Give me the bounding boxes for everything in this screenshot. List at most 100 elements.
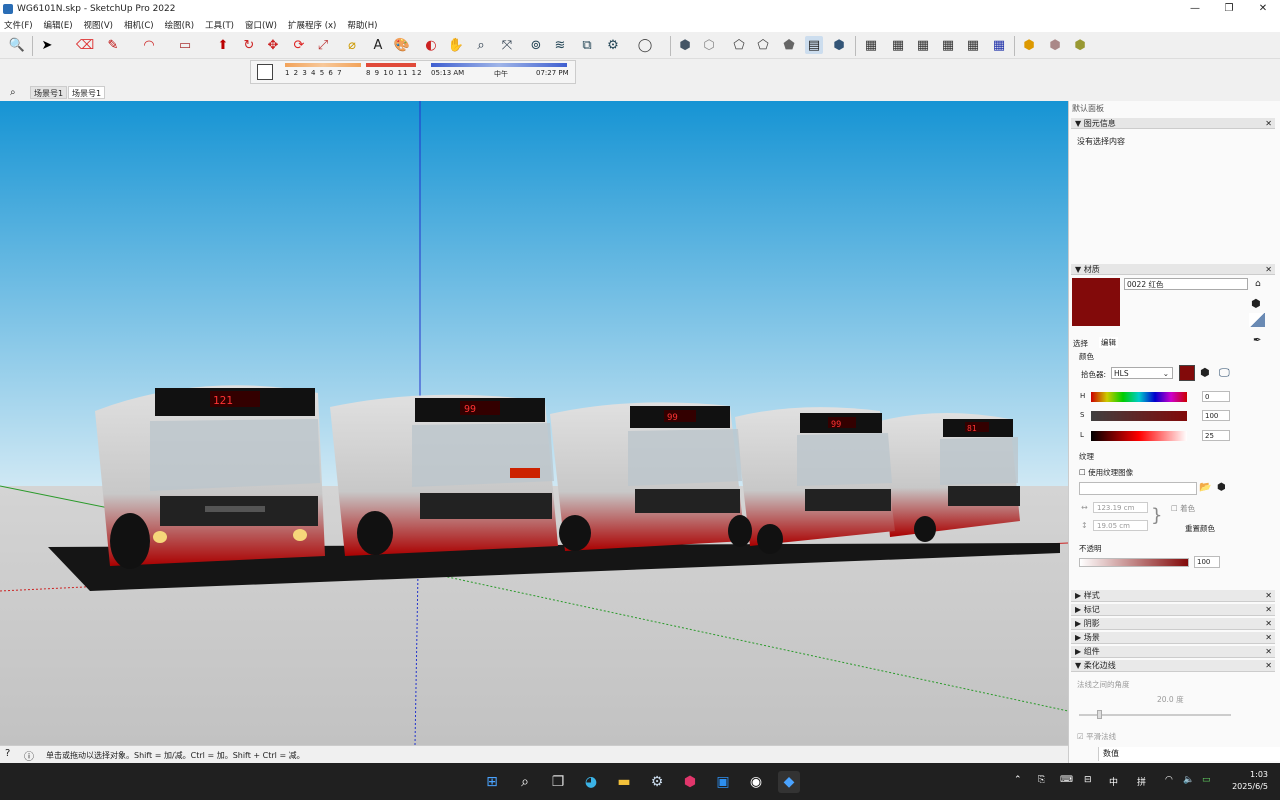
- scenes-header[interactable]: ▶ 场景 ✕: [1071, 632, 1275, 644]
- match-screen-color-icon[interactable]: 🖵: [1219, 366, 1230, 380]
- tags-header[interactable]: ▶ 标记 ✕: [1071, 604, 1275, 616]
- color-preview[interactable]: [1179, 365, 1195, 381]
- qq-icon[interactable]: ◉: [745, 771, 767, 793]
- top-view-icon[interactable]: ▦: [889, 36, 907, 54]
- keyboard-icon[interactable]: ⌨: [1060, 775, 1073, 785]
- edge-icon[interactable]: ◕: [580, 771, 602, 793]
- xray-style-icon[interactable]: ⬢: [676, 36, 694, 54]
- material-swatch[interactable]: [1072, 278, 1120, 326]
- menu-extensions[interactable]: 扩展程序 (x): [288, 19, 336, 31]
- close-button[interactable]: ✕: [1246, 0, 1280, 17]
- text-tool-icon[interactable]: A: [369, 36, 387, 54]
- component-icon[interactable]: ⬢: [1020, 36, 1038, 54]
- texture-path-field[interactable]: [1079, 482, 1197, 495]
- layout-send-icon[interactable]: ⧉: [578, 36, 596, 54]
- right-view-icon[interactable]: ▦: [939, 36, 957, 54]
- taskbar-search-icon[interactable]: ⌕: [514, 771, 536, 793]
- ime-chinese[interactable]: 中: [1109, 775, 1118, 788]
- close-icon[interactable]: ✕: [1265, 264, 1272, 275]
- bus-3[interactable]: 99: [550, 402, 752, 551]
- restore-button[interactable]: ❐: [1212, 0, 1246, 17]
- colorize-checkbox[interactable]: ☐ 着色: [1171, 503, 1195, 514]
- tab-edit[interactable]: 编辑: [1099, 337, 1118, 348]
- texture-width-field[interactable]: 123.19 cm: [1093, 502, 1148, 513]
- arc-icon[interactable]: ◠: [140, 36, 158, 54]
- back-edges-style-icon[interactable]: ⬡: [700, 36, 718, 54]
- rectangle-icon[interactable]: ▭: [176, 36, 194, 54]
- soften-edges-header[interactable]: ▼ 柔化边线 ✕: [1071, 660, 1275, 672]
- shaded-textures-style-icon[interactable]: ▤: [805, 36, 823, 54]
- file-explorer-icon[interactable]: ▬: [613, 771, 635, 793]
- create-material-icon[interactable]: ⬢: [1251, 297, 1261, 310]
- shaded-style-icon[interactable]: ⬟: [780, 36, 798, 54]
- bus-4[interactable]: 99: [735, 407, 895, 554]
- browse-folder-icon[interactable]: 📂: [1199, 482, 1211, 493]
- push-pull-icon[interactable]: ⬆: [214, 36, 232, 54]
- app-hex-icon[interactable]: ⬢: [679, 771, 701, 793]
- extension-warehouse-icon[interactable]: ≋: [551, 36, 569, 54]
- scene-canvas[interactable]: 81 99 99 99 121: [0, 101, 1068, 745]
- tray-chevron-icon[interactable]: ⌃: [1014, 775, 1022, 785]
- task-view-icon[interactable]: ❐: [547, 771, 569, 793]
- extension-manager-icon[interactable]: ⚙: [604, 36, 622, 54]
- monochrome-style-icon[interactable]: ⬢: [830, 36, 848, 54]
- start-icon[interactable]: ⊞: [481, 771, 503, 793]
- move-icon[interactable]: ✥: [264, 36, 282, 54]
- left-view-icon[interactable]: ▦: [990, 36, 1008, 54]
- month-slider-b[interactable]: [366, 63, 416, 67]
- eyedropper-icon[interactable]: ✒: [1253, 335, 1261, 346]
- material-name-field[interactable]: 0022 红色: [1124, 278, 1248, 290]
- close-icon[interactable]: ✕: [1265, 590, 1272, 602]
- reset-color-button[interactable]: 重置颜色: [1185, 523, 1215, 534]
- usb-icon[interactable]: ⎘: [1038, 775, 1045, 785]
- month-slider[interactable]: [285, 63, 361, 67]
- color-picker-select[interactable]: HLS ⌄: [1111, 367, 1173, 379]
- texture-height-field[interactable]: 19.05 cm: [1093, 520, 1148, 531]
- solid-tools-icon[interactable]: ⬢: [1071, 36, 1089, 54]
- hidden-line-style-icon[interactable]: ⬠: [754, 36, 772, 54]
- input-mode-icon[interactable]: ⊟: [1084, 775, 1092, 785]
- use-texture-checkbox[interactable]: ☐ 使用纹理图像: [1079, 467, 1133, 478]
- steam-icon[interactable]: ⚙: [646, 771, 668, 793]
- menu-file[interactable]: 文件(F): [4, 19, 33, 31]
- store-icon[interactable]: ▣: [712, 771, 734, 793]
- model-viewport[interactable]: 81 99 99 99 121: [0, 101, 1068, 745]
- volume-icon[interactable]: 🔈: [1183, 775, 1194, 785]
- bus-5[interactable]: 81: [880, 412, 1020, 542]
- search-icon[interactable]: 🔍: [8, 36, 26, 54]
- rotate-icon[interactable]: ⟳: [290, 36, 308, 54]
- styles-header[interactable]: ▶ 样式 ✕: [1071, 590, 1275, 602]
- battery-icon[interactable]: ▭: [1202, 775, 1211, 785]
- paint-bucket-icon[interactable]: 🎨: [393, 36, 411, 54]
- aspect-lock-icon[interactable]: }: [1151, 505, 1162, 526]
- menu-window[interactable]: 窗口(W): [245, 19, 277, 31]
- lightness-slider[interactable]: [1091, 431, 1187, 441]
- scene-search-icon[interactable]: ⌕: [10, 87, 16, 98]
- group-icon[interactable]: ⬢: [1046, 36, 1064, 54]
- sketchup-taskbar-icon[interactable]: ◆: [778, 771, 800, 793]
- minimize-button[interactable]: —: [1178, 0, 1212, 17]
- close-icon[interactable]: ✕: [1265, 660, 1272, 672]
- materials-header[interactable]: ▼ 材质 ✕: [1071, 264, 1275, 275]
- scene-tab-1[interactable]: 场景号1: [30, 86, 68, 99]
- offset-icon[interactable]: ↻: [240, 36, 258, 54]
- account-icon[interactable]: ◯: [636, 36, 654, 54]
- home-material-icon[interactable]: ⌂: [1255, 279, 1261, 289]
- texture-edit-icon[interactable]: ⬢: [1217, 482, 1226, 493]
- menu-help[interactable]: 帮助(H): [347, 19, 377, 31]
- warehouse-icon[interactable]: ⊚: [527, 36, 545, 54]
- pencil-line-icon[interactable]: ✎: [104, 36, 122, 54]
- tab-select[interactable]: 选择: [1073, 338, 1088, 349]
- help-icon[interactable]: ?: [5, 748, 10, 759]
- menu-draw[interactable]: 绘图(R): [165, 19, 195, 31]
- opacity-slider[interactable]: [1079, 558, 1189, 567]
- menu-edit[interactable]: 编辑(E): [44, 19, 73, 31]
- back-view-icon[interactable]: ▦: [964, 36, 982, 54]
- bus-2[interactable]: 99: [330, 394, 558, 556]
- entity-info-header[interactable]: ▼ 图元信息 ✕: [1071, 118, 1275, 129]
- close-icon[interactable]: ✕: [1265, 646, 1272, 658]
- soften-slider-thumb[interactable]: [1097, 710, 1102, 719]
- measurements-box[interactable]: 数值: [1098, 747, 1280, 761]
- bus-1[interactable]: 121: [95, 385, 325, 569]
- saturation-slider[interactable]: [1091, 411, 1187, 421]
